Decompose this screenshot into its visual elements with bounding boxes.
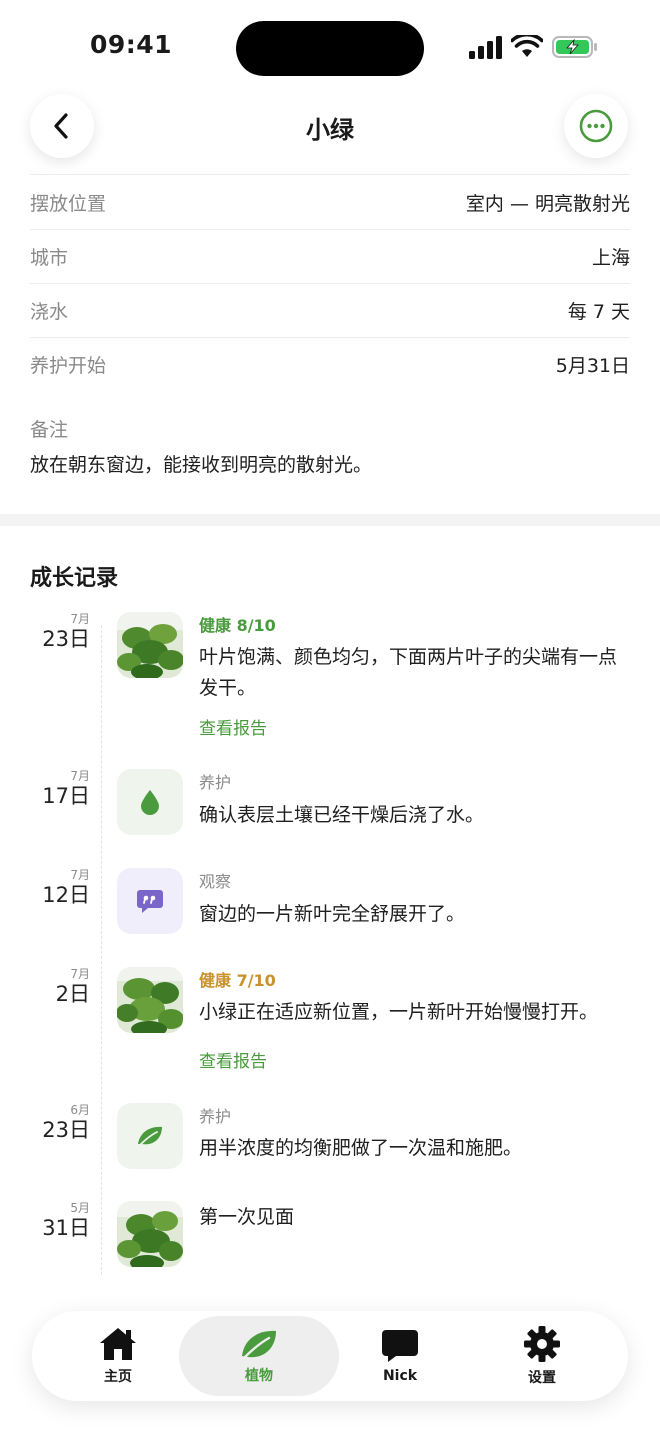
entry-date: 7月 2日 xyxy=(30,967,90,1007)
info-value: 5月31日 xyxy=(555,354,630,377)
tab-label: 设置 xyxy=(528,1370,556,1386)
info-value: 室内 — 明亮散射光 xyxy=(465,192,630,215)
entry-day: 17日 xyxy=(42,784,90,808)
tab-label: 主页 xyxy=(104,1369,132,1385)
info-label: 城市 xyxy=(30,246,69,269)
water-drop-icon xyxy=(141,790,159,815)
entry-month: 7月 xyxy=(70,769,90,783)
plant-photo-thumbnail[interactable] xyxy=(117,1201,183,1267)
chat-bubble-icon xyxy=(382,1330,418,1362)
info-value: 上海 xyxy=(591,246,630,269)
entry-day: 31日 xyxy=(42,1216,90,1240)
entry-date: 6月 23日 xyxy=(30,1103,90,1143)
entry-month: 7月 xyxy=(70,967,90,981)
leaf-icon xyxy=(242,1330,276,1360)
health-score-tag: 健康 8/10 xyxy=(199,616,276,635)
entry-date: 7月 17日 xyxy=(30,769,90,809)
tab-settings[interactable]: 设置 xyxy=(472,1311,612,1401)
quote-bubble-icon xyxy=(137,890,163,913)
entry-month: 7月 xyxy=(70,612,90,626)
entry-tag: 观察 xyxy=(199,872,232,891)
plant-photo-thumbnail[interactable] xyxy=(117,612,183,678)
tab-nick[interactable]: Nick xyxy=(330,1311,470,1401)
view-report-link[interactable]: 查看报告 xyxy=(199,714,267,739)
page-title: 小绿 xyxy=(306,116,354,144)
info-value: 每 7 天 xyxy=(567,300,630,323)
notes-label: 备注 xyxy=(30,419,69,441)
more-button[interactable] xyxy=(564,94,628,158)
tab-home[interactable]: 主页 xyxy=(48,1311,188,1401)
entry-date: 7月 12日 xyxy=(30,868,90,908)
entry-day: 2日 xyxy=(55,982,90,1006)
entry-date: 5月 31日 xyxy=(30,1201,90,1241)
entry-text: 叶片饱满、颜色均匀，下面两片叶子的尖端有一点发干。 xyxy=(199,646,618,699)
section-divider xyxy=(0,514,660,526)
entry-tag: 养护 xyxy=(199,1107,232,1126)
care-entry-tile xyxy=(117,769,183,835)
bottom-tab-bar: 主页 植物 Nick 设置 xyxy=(32,1311,628,1401)
tab-label: Nick xyxy=(382,1368,418,1384)
gear-icon xyxy=(524,1326,560,1362)
info-label: 浇水 xyxy=(30,300,69,323)
entry-month: 6月 xyxy=(70,1103,90,1117)
wifi-icon xyxy=(511,35,543,57)
plant-photo-thumbnail[interactable] xyxy=(117,967,183,1033)
observation-entry-tile xyxy=(117,868,183,934)
entry-text: 确认表层土壤已经干燥后浇了水。 xyxy=(199,804,485,826)
timeline-line xyxy=(101,625,102,1275)
entry-text: 小绿正在适应新位置，一片新叶开始慢慢打开。 xyxy=(199,1001,599,1023)
entry-text: 用半浓度的均衡肥做了一次温和施肥。 xyxy=(199,1137,523,1159)
info-label: 摆放位置 xyxy=(30,192,107,215)
tab-plants[interactable]: 植物 xyxy=(189,1311,329,1401)
home-icon xyxy=(100,1328,136,1360)
entry-text: 第一次见面 xyxy=(199,1206,295,1228)
view-report-link[interactable]: 查看报告 xyxy=(199,1047,267,1072)
tab-label: 植物 xyxy=(245,1368,273,1384)
more-options-icon xyxy=(579,109,613,143)
entry-tag: 养护 xyxy=(199,773,232,792)
signal-icon xyxy=(469,36,502,59)
entry-date: 7月 23日 xyxy=(30,612,90,652)
status-time: 09:41 xyxy=(90,30,173,59)
entry-day: 12日 xyxy=(42,883,90,907)
entry-month: 7月 xyxy=(70,868,90,882)
info-row-care-start: 养护开始 5月31日 xyxy=(30,337,630,391)
health-score-tag: 健康 7/10 xyxy=(199,971,276,990)
dynamic-island xyxy=(236,21,424,76)
entry-day: 23日 xyxy=(42,627,90,651)
entry-text: 窗边的一片新叶完全舒展开了。 xyxy=(199,903,466,925)
care-entry-tile xyxy=(117,1103,183,1169)
info-row-watering: 浇水 每 7 天 xyxy=(30,283,630,338)
leaf-icon xyxy=(138,1126,162,1146)
notes-text: 放在朝东窗边，能接收到明亮的散射光。 xyxy=(30,454,373,476)
info-row-city: 城市 上海 xyxy=(30,229,630,284)
info-row-location: 摆放位置 室内 — 明亮散射光 xyxy=(30,175,630,230)
entry-day: 23日 xyxy=(42,1118,90,1142)
info-label: 养护开始 xyxy=(30,354,107,377)
entry-month: 5月 xyxy=(70,1201,90,1215)
growth-section-title: 成长记录 xyxy=(30,566,119,591)
battery-charging-icon xyxy=(552,36,597,58)
